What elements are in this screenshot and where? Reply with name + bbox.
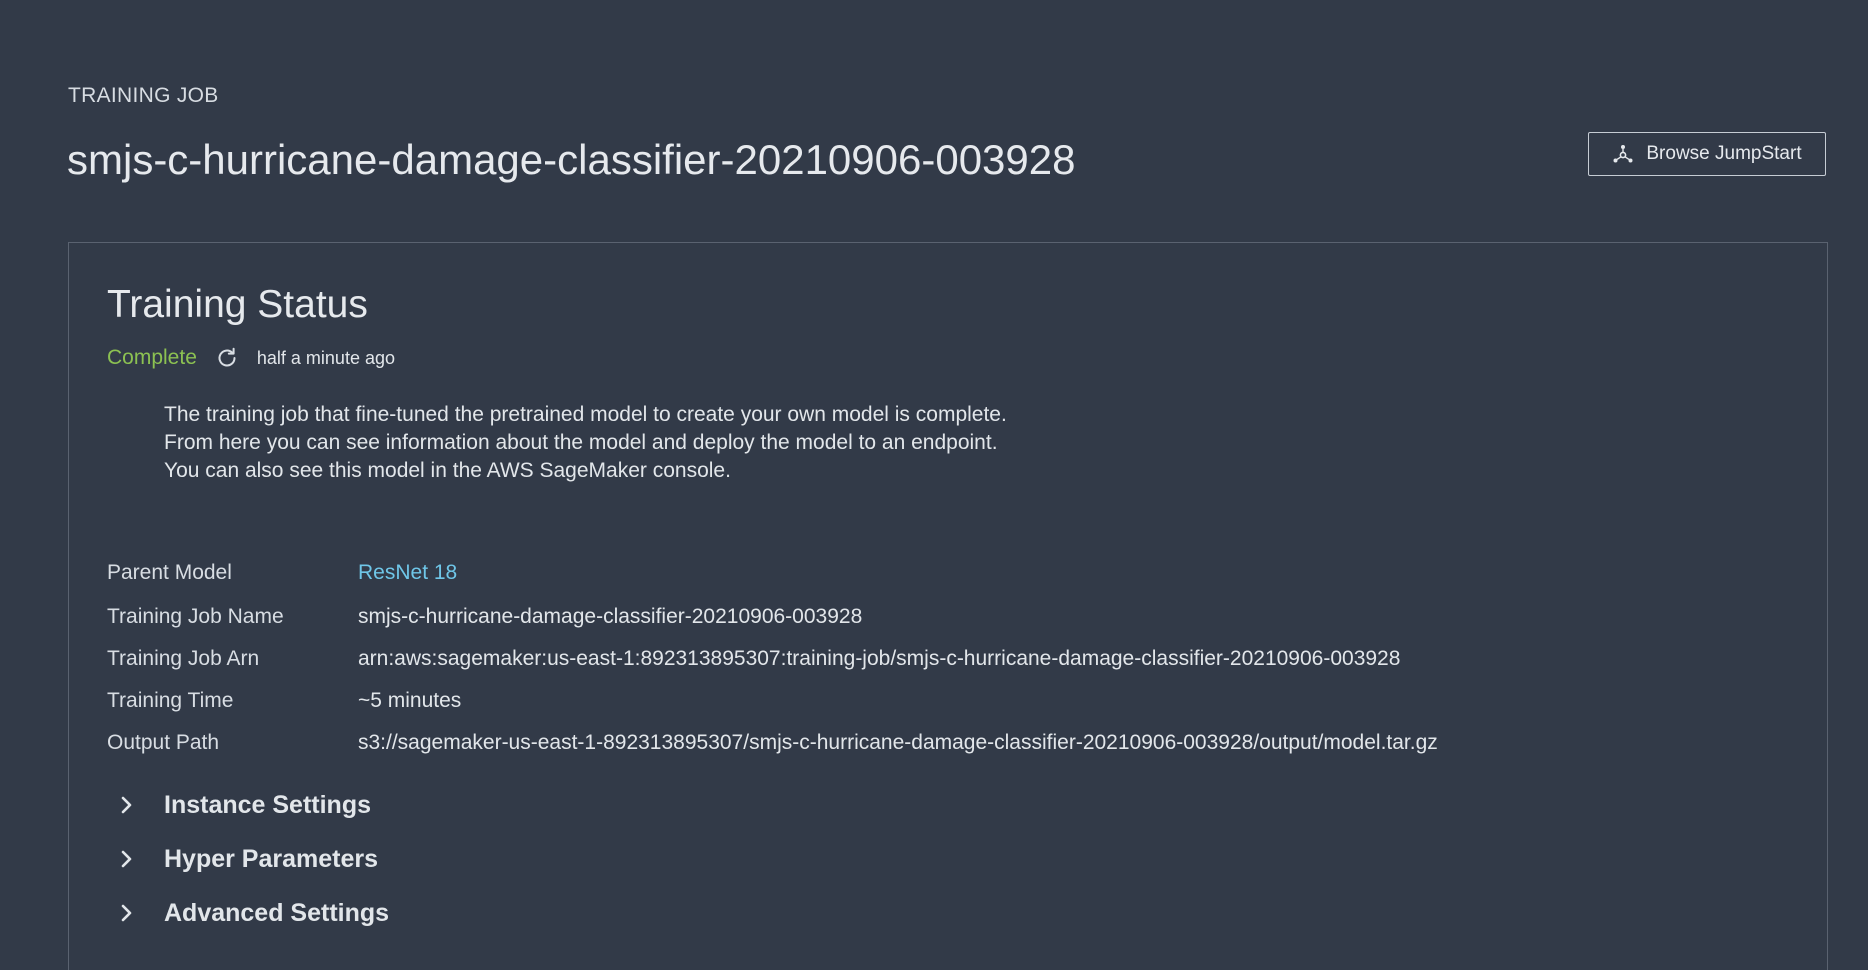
browse-jumpstart-label: Browse JumpStart bbox=[1646, 143, 1802, 164]
training-job-page: TRAINING JOB smjs-c-hurricane-damage-cla… bbox=[0, 0, 1868, 970]
status-row: Complete half a minute ago bbox=[107, 343, 395, 373]
detail-value: ~5 minutes bbox=[358, 689, 462, 712]
detail-label: Training Job Arn bbox=[107, 647, 260, 670]
status-description: The training job that fine-tuned the pre… bbox=[164, 401, 1007, 485]
refresh-icon[interactable] bbox=[215, 346, 239, 370]
jumpstart-icon bbox=[1612, 143, 1634, 165]
detail-label: Training Job Name bbox=[107, 605, 284, 628]
training-status-card: Training Status Complete half a minute a… bbox=[68, 242, 1828, 970]
detail-value: arn:aws:sagemaker:us-east-1:892313895307… bbox=[358, 647, 1401, 670]
detail-label: Parent Model bbox=[107, 561, 232, 584]
browse-jumpstart-button[interactable]: Browse JumpStart bbox=[1588, 132, 1826, 176]
description-line: From here you can see information about … bbox=[164, 431, 998, 454]
parent-model-link[interactable]: ResNet 18 bbox=[358, 561, 457, 585]
chevron-right-icon bbox=[107, 901, 147, 925]
chevron-right-icon bbox=[107, 793, 147, 817]
page-title: smjs-c-hurricane-damage-classifier-20210… bbox=[67, 136, 1076, 183]
chevron-right-icon bbox=[107, 847, 147, 871]
section-label: Hyper Parameters bbox=[164, 844, 379, 873]
description-line: You can also see this model in the AWS S… bbox=[164, 459, 731, 482]
section-label: Instance Settings bbox=[164, 790, 371, 819]
section-advanced-settings[interactable]: Advanced Settings bbox=[107, 895, 389, 931]
section-hyper-parameters[interactable]: Hyper Parameters bbox=[107, 841, 378, 877]
section-label: Advanced Settings bbox=[164, 898, 390, 927]
status-timestamp: half a minute ago bbox=[256, 347, 395, 368]
page-eyebrow: TRAINING JOB bbox=[68, 84, 219, 107]
status-badge: Complete bbox=[107, 346, 197, 369]
detail-label: Output Path bbox=[107, 731, 220, 754]
detail-label: Training Time bbox=[107, 689, 234, 712]
section-instance-settings[interactable]: Instance Settings bbox=[107, 787, 371, 823]
detail-value: smjs-c-hurricane-damage-classifier-20210… bbox=[358, 605, 863, 628]
detail-value: s3://sagemaker-us-east-1-892313895307/sm… bbox=[358, 731, 1438, 754]
description-line: The training job that fine-tuned the pre… bbox=[164, 403, 1007, 426]
card-title: Training Status bbox=[107, 283, 368, 326]
